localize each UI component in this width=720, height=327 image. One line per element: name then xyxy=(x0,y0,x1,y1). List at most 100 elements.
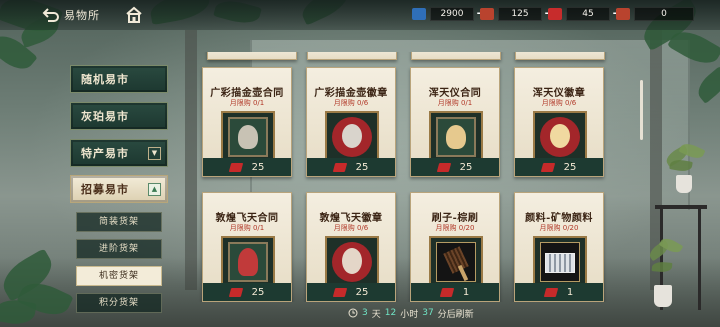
nav-label: 招募易市 xyxy=(81,183,129,196)
subnav-advanced-shelf[interactable]: 进阶货架 xyxy=(76,239,162,259)
currency-value: 125 xyxy=(498,7,542,21)
red-gem-icon xyxy=(228,287,243,297)
refresh-days: 3 xyxy=(362,308,368,318)
item-title: 刷子-棕刷 xyxy=(431,213,479,224)
red-gem-icon xyxy=(548,8,562,20)
price-value: 25 xyxy=(251,286,265,298)
contract-portrait-icon xyxy=(228,117,268,157)
item-price: 25 xyxy=(203,158,291,176)
item-title: 颜料-矿物颜料 xyxy=(525,213,593,224)
item-price: 25 xyxy=(203,283,291,301)
page-title: 易物所 xyxy=(64,9,100,22)
item-card[interactable]: 浑天仪徽章 月限购 0/6 25 xyxy=(514,67,604,177)
item-title: 敦煌飞天合同 xyxy=(215,213,279,224)
red-gem-icon xyxy=(228,162,243,172)
currency-blue-card: 2900 + xyxy=(412,6,488,22)
grid-scrollbar[interactable] xyxy=(640,80,643,140)
item-card[interactable]: 广彩描金壶合同 月限购 0/1 25 xyxy=(202,67,292,177)
item-price: 25 xyxy=(411,158,499,176)
red-gem-icon xyxy=(332,162,347,172)
item-limit: 月限购 0/20 xyxy=(435,224,475,232)
item-limit: 月限购 0/6 xyxy=(333,99,369,107)
top-bar: 易物所 2900 + 125 + 45 + 0 xyxy=(0,0,720,30)
item-limit: 月限购 0/1 xyxy=(437,99,473,107)
nav-amber-market[interactable]: 灰珀易市 xyxy=(70,102,168,130)
nav-random-market[interactable]: 随机易市 xyxy=(70,65,168,93)
refresh-days-unit: 天 xyxy=(371,309,381,320)
back-button[interactable]: 易物所 xyxy=(42,6,100,24)
nav-label: 特产易市 xyxy=(81,147,129,160)
refresh-hours: 12 xyxy=(384,308,397,318)
badge-portrait-icon xyxy=(332,117,372,157)
red-gem-icon xyxy=(439,287,455,297)
currency-value: 0 xyxy=(634,7,694,21)
chevron-up-icon: ▲ xyxy=(148,183,161,196)
nav-label: 灰珀易市 xyxy=(81,110,129,123)
item-card[interactable]: 敦煌飞天合同 月限购 0/1 25 xyxy=(202,192,292,302)
item-limit: 月限购 0/6 xyxy=(541,99,577,107)
item-image xyxy=(221,111,275,163)
item-card[interactable]: 刷子-棕刷 月限购 0/20 1 xyxy=(410,192,500,302)
item-price: 1 xyxy=(515,283,603,301)
item-price: 25 xyxy=(307,158,395,176)
red-gem-icon xyxy=(543,287,559,297)
price-value: 1 xyxy=(566,286,574,298)
nav-recruit-market[interactable]: 招募易市 ▲ xyxy=(70,175,168,203)
item-title: 浑天仪徽章 xyxy=(532,88,586,99)
currency-red-ticket: 125 + xyxy=(480,6,556,22)
chevron-down-icon: ▼ xyxy=(148,147,161,160)
item-image xyxy=(221,236,275,288)
item-title: 广彩描金壶合同 xyxy=(210,88,284,99)
item-card-partial[interactable] xyxy=(411,52,501,60)
item-card[interactable]: 浑天仪合同 月限购 0/1 25 xyxy=(410,67,500,177)
currency-value: 45 xyxy=(566,7,610,21)
pigment-icon xyxy=(540,242,580,282)
back-arrow-icon xyxy=(42,8,59,22)
item-price: 1 xyxy=(411,283,499,301)
price-value: 25 xyxy=(355,161,369,173)
subnav-secret-shelf[interactable]: 机密货架 xyxy=(76,266,162,286)
contract-portrait-icon xyxy=(228,242,268,282)
item-image xyxy=(533,236,587,288)
price-value: 25 xyxy=(355,286,369,298)
item-card-partial[interactable] xyxy=(515,52,605,60)
badge-portrait-icon xyxy=(540,117,580,157)
item-limit: 月限购 0/20 xyxy=(539,224,579,232)
item-image xyxy=(325,236,379,288)
item-title: 广彩描金壶徽章 xyxy=(314,88,388,99)
item-card[interactable]: 广彩描金壶徽章 月限购 0/6 25 xyxy=(306,67,396,177)
item-price: 25 xyxy=(515,158,603,176)
item-card[interactable]: 颜料-矿物颜料 月限购 0/20 1 xyxy=(514,192,604,302)
subnav-basic-shelf[interactable]: 简装货架 xyxy=(76,212,162,232)
red-gem-icon xyxy=(332,287,347,297)
nav-specialty-market[interactable]: 特产易市 ▼ xyxy=(70,139,168,167)
home-icon xyxy=(126,6,142,23)
refresh-minutes: 37 xyxy=(422,308,434,318)
item-title: 浑天仪合同 xyxy=(428,88,482,99)
item-card-partial[interactable] xyxy=(207,52,297,60)
badge-portrait-icon xyxy=(332,242,372,282)
item-card[interactable]: 敦煌飞天徽章 月限购 0/6 25 xyxy=(306,192,396,302)
item-image xyxy=(533,111,587,163)
item-card-partial[interactable] xyxy=(307,52,397,60)
currency-scroll: 0 xyxy=(616,6,694,22)
item-limit: 月限购 0/6 xyxy=(333,224,369,232)
contract-portrait-icon xyxy=(436,117,476,157)
item-limit: 月限购 0/1 xyxy=(229,99,265,107)
nav-label: 随机易市 xyxy=(81,73,129,86)
item-image xyxy=(429,111,483,163)
red-gem-icon xyxy=(436,162,451,172)
item-limit: 月限购 0/1 xyxy=(229,224,265,232)
clock-icon xyxy=(348,308,358,318)
blue-card-icon xyxy=(412,8,426,20)
currency-red-gem: 45 + xyxy=(548,6,624,22)
subnav-points-shelf[interactable]: 积分货架 xyxy=(76,293,162,313)
refresh-timer: 3 天 12 小时 37 分后刷新 xyxy=(348,306,474,320)
brush-icon xyxy=(436,242,476,282)
item-grid: 广彩描金壶合同 月限购 0/1 25 广彩描金壶徽章 月限购 0/6 25 浑天… xyxy=(195,52,635,302)
home-button[interactable] xyxy=(125,6,143,24)
market-nav: 随机易市 灰珀易市 特产易市 ▼ 招募易市 ▲ 简装货架 进阶货架 机密货架 积… xyxy=(70,55,174,320)
scroll-icon xyxy=(616,8,630,20)
refresh-minutes-unit: 分后刷新 xyxy=(437,309,474,320)
price-value: 1 xyxy=(462,286,470,298)
